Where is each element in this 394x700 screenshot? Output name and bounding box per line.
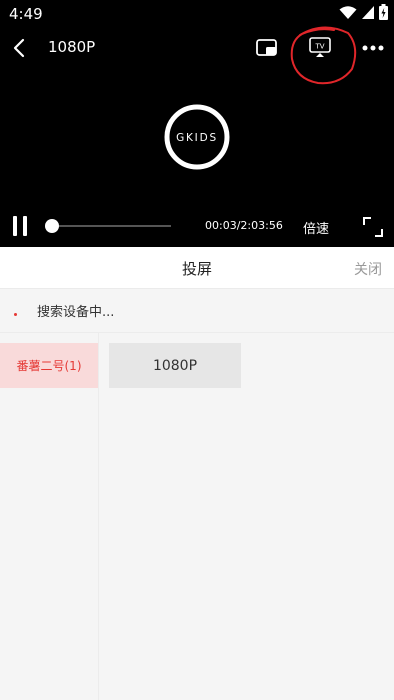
cast-tv-button[interactable]: TV bbox=[308, 35, 332, 59]
more-options-button[interactable] bbox=[361, 38, 385, 58]
searching-status: 搜索设备中... bbox=[37, 305, 115, 320]
status-icons bbox=[339, 4, 388, 24]
player-topbar: 1080P TV bbox=[0, 30, 394, 66]
close-button[interactable]: 关闭 bbox=[354, 259, 382, 279]
progress-bar[interactable] bbox=[45, 219, 171, 233]
video-title: 1080P bbox=[48, 38, 96, 56]
source-list: 番薯二号(1) bbox=[0, 333, 99, 700]
pause-icon-bar bbox=[23, 216, 27, 236]
source-item-selected[interactable]: 番薯二号(1) bbox=[0, 343, 98, 388]
fullscreen-icon bbox=[363, 217, 383, 237]
gkids-logo: GKIDS bbox=[163, 103, 231, 171]
quality-list: 1080P bbox=[99, 333, 394, 700]
fullscreen-button[interactable] bbox=[362, 216, 384, 238]
wifi-icon bbox=[339, 5, 357, 24]
svg-text:TV: TV bbox=[314, 43, 324, 51]
pause-button[interactable] bbox=[12, 216, 30, 236]
svg-text:GKIDS: GKIDS bbox=[176, 132, 218, 144]
quality-option-1080p[interactable]: 1080P bbox=[109, 343, 241, 388]
pip-icon bbox=[256, 39, 277, 56]
loading-dot-icon bbox=[14, 313, 17, 316]
device-search-row: 搜索设备中... bbox=[0, 289, 394, 333]
back-icon bbox=[13, 38, 25, 58]
speed-button[interactable]: 倍速 bbox=[303, 218, 329, 237]
cast-panel-title: 投屏 bbox=[181, 260, 212, 278]
status-clock: 4:49 bbox=[9, 5, 43, 23]
pause-icon bbox=[13, 216, 17, 236]
player-controls: 00:03/2:03:56 倍速 bbox=[0, 210, 394, 242]
pip-button[interactable] bbox=[255, 37, 279, 59]
signal-icon bbox=[361, 5, 375, 24]
tv-cast-icon: TV bbox=[309, 37, 331, 57]
status-bar: 4:49 bbox=[0, 0, 394, 28]
more-icon bbox=[362, 45, 384, 51]
cast-panel-header: 投屏 关闭 bbox=[0, 247, 394, 289]
battery-icon bbox=[379, 4, 388, 24]
time-readout: 00:03/2:03:56 bbox=[205, 219, 283, 232]
progress-thumb[interactable] bbox=[45, 219, 59, 233]
video-player[interactable]: 4:49 1080P TV GKIDS 00:03/2:03:56 倍速 bbox=[0, 0, 394, 247]
back-button[interactable] bbox=[8, 34, 34, 62]
